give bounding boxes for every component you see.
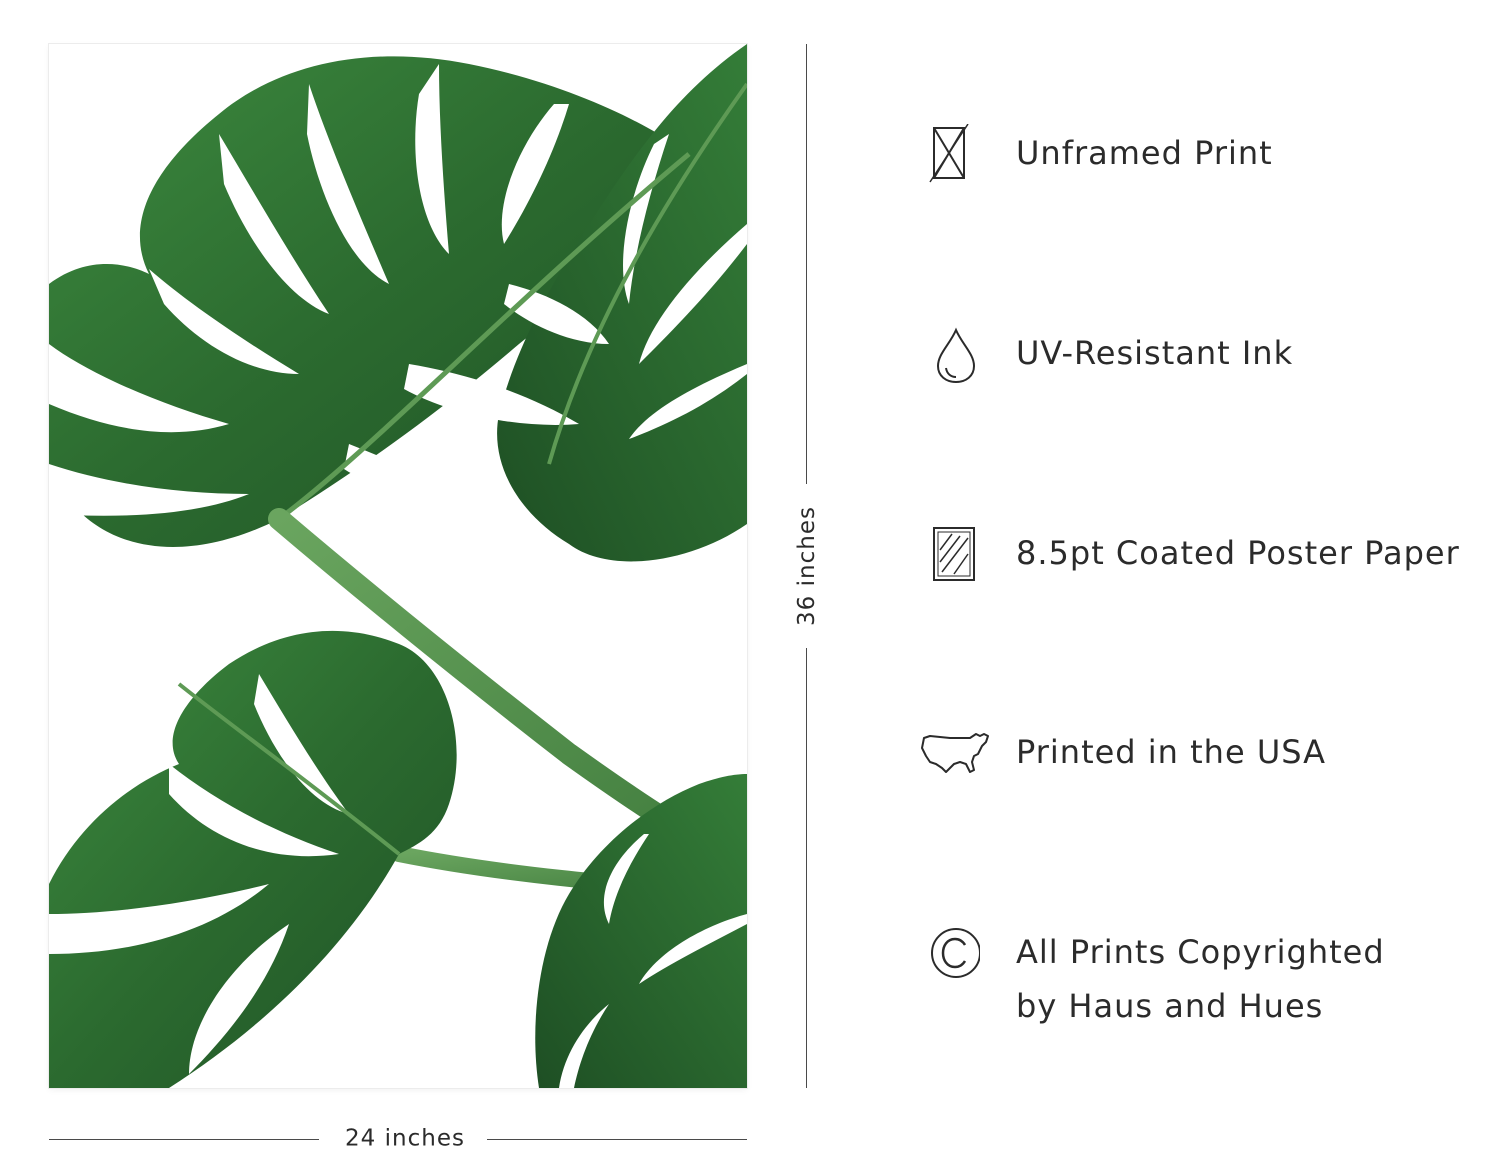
feature-uv-ink: UV-Resistant Ink: [920, 326, 1500, 384]
height-dimension-line-bottom: [806, 648, 807, 1088]
height-dimension: 36 inches: [794, 44, 820, 1088]
height-dimension-label: 36 inches: [794, 506, 820, 626]
feature-unframed: Unframed Print: [920, 124, 1500, 183]
feature-copyright-label-line1: All Prints Copyrighted: [1016, 933, 1385, 971]
width-dimension-line-left: [49, 1139, 319, 1140]
feature-copyright-label-line2: by Haus and Hues: [1016, 987, 1324, 1025]
ink-drop-icon: [920, 326, 992, 384]
leaf-bottom-left: [49, 630, 457, 1088]
width-dimension: 24 inches: [49, 1125, 747, 1151]
feature-usa-label: Printed in the USA: [1016, 733, 1327, 771]
feature-copyright: All Prints Copyrighted by Haus and Hues: [920, 925, 1500, 1033]
height-dimension-line-top: [806, 44, 807, 484]
feature-paper-label: 8.5pt Coated Poster Paper: [1016, 534, 1460, 572]
feature-uv-ink-label: UV-Resistant Ink: [1016, 334, 1294, 372]
copyright-icon: [920, 925, 992, 981]
poster-print-image: [49, 44, 747, 1088]
width-dimension-line-right: [487, 1139, 747, 1140]
usa-map-icon: [920, 725, 992, 781]
feature-paper: 8.5pt Coated Poster Paper: [920, 526, 1500, 582]
paper-icon: [920, 526, 992, 582]
feature-unframed-label: Unframed Print: [1016, 134, 1273, 172]
monstera-leaves-artwork: [49, 44, 747, 1088]
unframed-icon: [920, 124, 992, 183]
width-dimension-label: 24 inches: [345, 1125, 465, 1152]
feature-copyright-label: All Prints Copyrighted by Haus and Hues: [1016, 925, 1385, 1033]
feature-usa: Printed in the USA: [920, 725, 1500, 781]
